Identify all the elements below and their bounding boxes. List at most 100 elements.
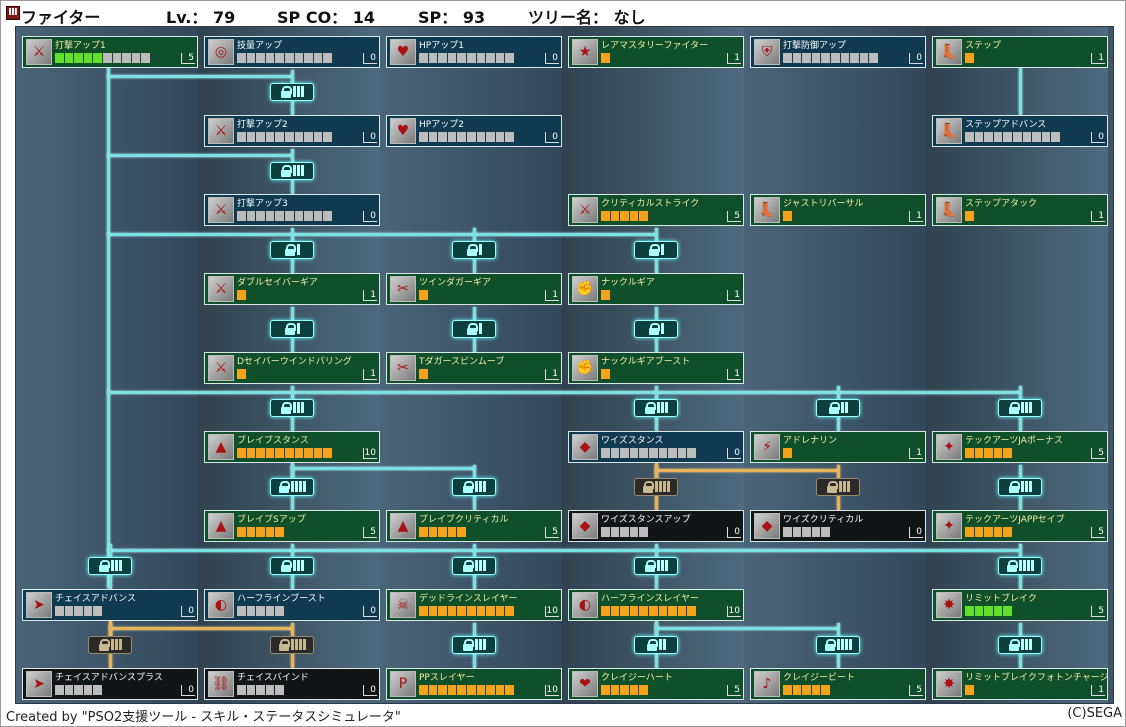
skill-point-filled[interactable]: [466, 685, 476, 695]
skill-point-empty[interactable]: [246, 606, 256, 616]
skill-node[interactable]: 👢 ステップアドバンス 0: [932, 115, 1108, 147]
skill-point-empty[interactable]: [246, 211, 256, 221]
skill-point-filled[interactable]: [965, 211, 974, 221]
skill-point-empty[interactable]: [620, 448, 629, 458]
skill-point-empty[interactable]: [447, 132, 457, 142]
skill-point-empty[interactable]: [419, 132, 428, 142]
skill-level-bar[interactable]: [237, 53, 332, 63]
skill-point-filled[interactable]: [83, 53, 93, 63]
skill-point-empty[interactable]: [93, 685, 102, 695]
skill-level-bar[interactable]: [237, 685, 284, 695]
skill-level-bar[interactable]: [783, 527, 830, 537]
skill-point-filled[interactable]: [984, 606, 993, 616]
skill-node[interactable]: ☠ デッドラインスレイヤー 10: [386, 589, 562, 621]
skill-level-bar[interactable]: [419, 369, 428, 379]
skill-point-filled[interactable]: [256, 527, 265, 537]
skill-point-filled[interactable]: [668, 606, 677, 616]
skill-node[interactable]: ➤ チェイスアドバンスプラス 0: [22, 668, 198, 700]
skill-point-empty[interactable]: [93, 606, 102, 616]
skill-point-filled[interactable]: [246, 448, 256, 458]
skill-point-empty[interactable]: [476, 132, 486, 142]
skill-point-empty[interactable]: [610, 527, 620, 537]
skill-point-filled[interactable]: [323, 448, 332, 458]
skill-point-filled[interactable]: [419, 685, 428, 695]
skill-point-filled[interactable]: [74, 53, 83, 63]
skill-point-empty[interactable]: [304, 211, 313, 221]
skill-point-filled[interactable]: [821, 685, 830, 695]
skill-point-filled[interactable]: [428, 685, 438, 695]
skill-point-filled[interactable]: [55, 53, 64, 63]
skill-level-bar[interactable]: [419, 53, 514, 63]
skill-level-bar[interactable]: [601, 685, 648, 695]
skill-point-filled[interactable]: [486, 606, 495, 616]
skill-level-bar[interactable]: [965, 211, 974, 221]
skill-point-filled[interactable]: [476, 685, 486, 695]
skill-point-empty[interactable]: [1032, 132, 1041, 142]
skill-point-filled[interactable]: [629, 211, 639, 221]
skill-level-bar[interactable]: [237, 606, 284, 616]
skill-point-empty[interactable]: [610, 448, 620, 458]
skill-point-filled[interactable]: [974, 448, 984, 458]
skill-point-filled[interactable]: [601, 369, 610, 379]
skill-point-filled[interactable]: [610, 606, 620, 616]
skill-point-filled[interactable]: [505, 685, 514, 695]
skill-point-filled[interactable]: [438, 685, 447, 695]
skill-level-bar[interactable]: [601, 606, 696, 616]
skill-point-empty[interactable]: [792, 527, 802, 537]
skill-point-filled[interactable]: [275, 448, 284, 458]
skill-point-filled[interactable]: [601, 290, 610, 300]
skill-point-filled[interactable]: [476, 606, 486, 616]
skill-point-empty[interactable]: [275, 685, 284, 695]
skill-point-filled[interactable]: [658, 606, 668, 616]
skill-node[interactable]: 👢 ジャストリバーサル 1: [750, 194, 926, 226]
skill-point-empty[interactable]: [792, 53, 802, 63]
skill-point-empty[interactable]: [802, 53, 811, 63]
skill-point-filled[interactable]: [246, 527, 256, 537]
skill-point-empty[interactable]: [486, 132, 495, 142]
skill-node[interactable]: ❤ クレイジーハート 5: [568, 668, 744, 700]
skill-point-empty[interactable]: [821, 53, 830, 63]
skill-point-empty[interactable]: [811, 527, 821, 537]
skill-point-empty[interactable]: [256, 685, 265, 695]
skill-point-empty[interactable]: [859, 53, 869, 63]
skill-point-empty[interactable]: [313, 211, 323, 221]
skill-point-empty[interactable]: [141, 53, 150, 63]
skill-level-bar[interactable]: [965, 685, 974, 695]
skill-level-bar[interactable]: [419, 290, 428, 300]
skill-level-bar[interactable]: [55, 53, 150, 63]
skill-point-empty[interactable]: [505, 53, 514, 63]
skill-node[interactable]: ⚔ Dセイバーウインドパリング 1: [204, 352, 380, 384]
skill-node[interactable]: ◆ ワイズスタンスアップ 0: [568, 510, 744, 542]
skill-node[interactable]: ✂ ツインダガーギア 1: [386, 273, 562, 305]
skill-point-filled[interactable]: [265, 448, 275, 458]
skill-node[interactable]: ★ レアマスタリーファイター 1: [568, 36, 744, 68]
skill-node[interactable]: ⚔ クリティカルストライク 5: [568, 194, 744, 226]
skill-point-filled[interactable]: [495, 685, 505, 695]
skill-point-empty[interactable]: [869, 53, 878, 63]
skill-point-empty[interactable]: [294, 53, 304, 63]
skill-node[interactable]: ✸ リミットブレイク 5: [932, 589, 1108, 621]
skill-point-empty[interactable]: [1003, 132, 1012, 142]
skill-node[interactable]: ✸ リミットブレイクフォトンチャージ 1: [932, 668, 1109, 700]
skill-point-empty[interactable]: [993, 132, 1003, 142]
skill-point-filled[interactable]: [802, 685, 811, 695]
skill-point-filled[interactable]: [419, 606, 428, 616]
skill-point-filled[interactable]: [620, 685, 629, 695]
skill-point-empty[interactable]: [112, 53, 122, 63]
skill-node[interactable]: ◎ 技量アップ 0: [204, 36, 380, 68]
skill-point-empty[interactable]: [658, 448, 668, 458]
skill-node[interactable]: ♥ HPアップ1 0: [386, 36, 562, 68]
skill-point-filled[interactable]: [601, 685, 610, 695]
skill-point-filled[interactable]: [984, 448, 993, 458]
skill-point-empty[interactable]: [304, 53, 313, 63]
skill-point-empty[interactable]: [237, 211, 246, 221]
skill-point-filled[interactable]: [447, 606, 457, 616]
skill-point-filled[interactable]: [993, 527, 1003, 537]
skill-point-filled[interactable]: [974, 527, 984, 537]
skill-point-empty[interactable]: [447, 53, 457, 63]
skill-point-empty[interactable]: [1041, 132, 1051, 142]
skill-point-filled[interactable]: [237, 369, 246, 379]
skill-point-empty[interactable]: [428, 132, 438, 142]
skill-point-filled[interactable]: [993, 448, 1003, 458]
skill-point-filled[interactable]: [965, 527, 974, 537]
